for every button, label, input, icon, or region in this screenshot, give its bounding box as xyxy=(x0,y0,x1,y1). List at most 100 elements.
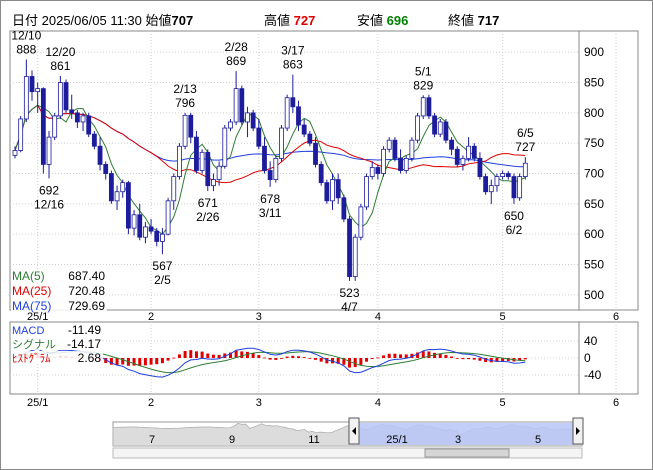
macd-legend-name: ﾋｽﾄｸﾞﾗﾑ xyxy=(12,352,51,365)
candle xyxy=(426,94,432,119)
histogram-bar xyxy=(257,355,261,358)
candle-body-down xyxy=(307,133,313,144)
candle-body-up xyxy=(466,145,472,159)
price-tick-label: 600 xyxy=(584,227,604,241)
candle-body-up xyxy=(279,127,284,159)
candle-body-down xyxy=(262,145,267,171)
extreme-annotation: 5/1829 xyxy=(413,64,433,92)
candle-body-down xyxy=(194,136,199,171)
candle-body-down xyxy=(432,115,437,135)
candle-body-down xyxy=(471,145,477,159)
candle-body-down xyxy=(454,148,460,165)
candle-body-up xyxy=(120,182,126,193)
annotation-date: 2/28 xyxy=(224,40,248,54)
macd-tick-label: -40 xyxy=(584,368,602,382)
histogram-bar xyxy=(268,358,272,360)
candle xyxy=(239,85,245,126)
navigator-right-handle[interactable] xyxy=(572,417,584,445)
candle-body-down xyxy=(188,114,194,138)
navigator-scrollbar[interactable] xyxy=(112,447,583,459)
histogram-bar xyxy=(177,354,181,358)
candle xyxy=(432,112,437,138)
candle xyxy=(341,194,347,223)
candle xyxy=(108,170,114,204)
extreme-annotation: 3/17863 xyxy=(281,44,305,72)
annotation-date: 2/13 xyxy=(173,82,197,96)
scrollbar-thumb[interactable] xyxy=(424,448,510,458)
candle-body-up xyxy=(143,226,148,238)
candle-body-down xyxy=(250,112,256,129)
annotation-value: 869 xyxy=(226,54,246,68)
candle-body-down xyxy=(40,88,46,165)
candle-body-down xyxy=(341,197,347,220)
navigator-label: 3 xyxy=(455,434,461,446)
candle-body-up xyxy=(403,157,409,171)
histogram-bar xyxy=(455,358,459,359)
candle xyxy=(57,75,63,119)
range-navigator[interactable]: 7 9 11 25/1 3 5 xyxy=(112,417,584,459)
candle xyxy=(352,234,358,281)
chart-widget: 日付 2025/06/05 11:30 始値707 高値 727 安値 696 … xyxy=(0,0,653,470)
histogram-bar xyxy=(172,357,176,359)
histogram-bar xyxy=(160,358,164,364)
candle-body-down xyxy=(69,109,75,114)
candle-body-up xyxy=(517,176,523,199)
candle-body-down xyxy=(318,164,324,184)
candle-body-up xyxy=(216,165,222,180)
price-tick-label: 800 xyxy=(584,106,604,120)
x-tick-label: 3 xyxy=(256,397,262,409)
navigator-label: 11 xyxy=(308,434,319,446)
annotation-date: 5/1 xyxy=(415,64,432,78)
histogram-bar xyxy=(297,356,300,358)
candle-body-up xyxy=(386,139,392,150)
legend-series-name: MA(25) xyxy=(12,284,51,298)
candle xyxy=(40,87,46,174)
candle-body-up xyxy=(460,157,466,165)
histogram-bar xyxy=(143,358,147,366)
histogram-bar xyxy=(308,358,312,359)
candle xyxy=(86,112,92,138)
histogram-bar xyxy=(194,351,198,358)
candle-body-up xyxy=(330,179,335,202)
x-tick-label: 25/1 xyxy=(27,397,48,409)
histogram-bar xyxy=(359,358,363,365)
candle xyxy=(381,146,386,177)
candle-body-down xyxy=(86,115,92,135)
price-tick-label: 900 xyxy=(584,45,604,59)
navigator-left-handle[interactable] xyxy=(348,417,360,445)
annotation-date: 6/2 xyxy=(506,223,523,237)
histogram-bar xyxy=(279,358,283,359)
candle-body-down xyxy=(148,226,154,232)
histogram-bar xyxy=(444,354,448,358)
candle-body-up xyxy=(233,88,239,123)
candle-body-up xyxy=(160,233,165,242)
candle xyxy=(222,125,228,169)
legend-series-value: 720.48 xyxy=(68,284,105,298)
candle-body-up xyxy=(80,115,86,123)
candle xyxy=(284,94,290,132)
annotation-value: 671 xyxy=(198,196,218,210)
histogram-bar xyxy=(262,357,266,359)
macd-tick-label: 0 xyxy=(584,351,591,365)
extreme-annotation: 5672/5 xyxy=(152,259,172,287)
macd-legend-value: -11.49 xyxy=(68,323,101,337)
candle-body-up xyxy=(228,121,233,129)
macd-legend-value: 2.68 xyxy=(78,351,102,365)
ma-legend: MA(5) 687.40MA(25) 720.48MA(75) 729.69 xyxy=(11,269,107,313)
x-tick-label: 6 xyxy=(613,397,619,409)
candle xyxy=(318,161,324,186)
price-tick-label: 500 xyxy=(584,288,604,302)
histogram-bar xyxy=(206,353,210,358)
candle-body-up xyxy=(437,121,443,135)
histogram-bar xyxy=(240,351,244,358)
candle xyxy=(364,173,369,210)
candle xyxy=(205,149,211,192)
histogram-bar xyxy=(365,358,369,362)
candle xyxy=(517,173,523,201)
x-tick-label: 3 xyxy=(256,311,262,323)
candle-body-up xyxy=(171,176,177,202)
price-tick-label: 700 xyxy=(584,167,604,181)
candle-body-down xyxy=(256,127,262,147)
histogram-bar xyxy=(115,358,119,366)
candle-body-down xyxy=(347,218,352,278)
